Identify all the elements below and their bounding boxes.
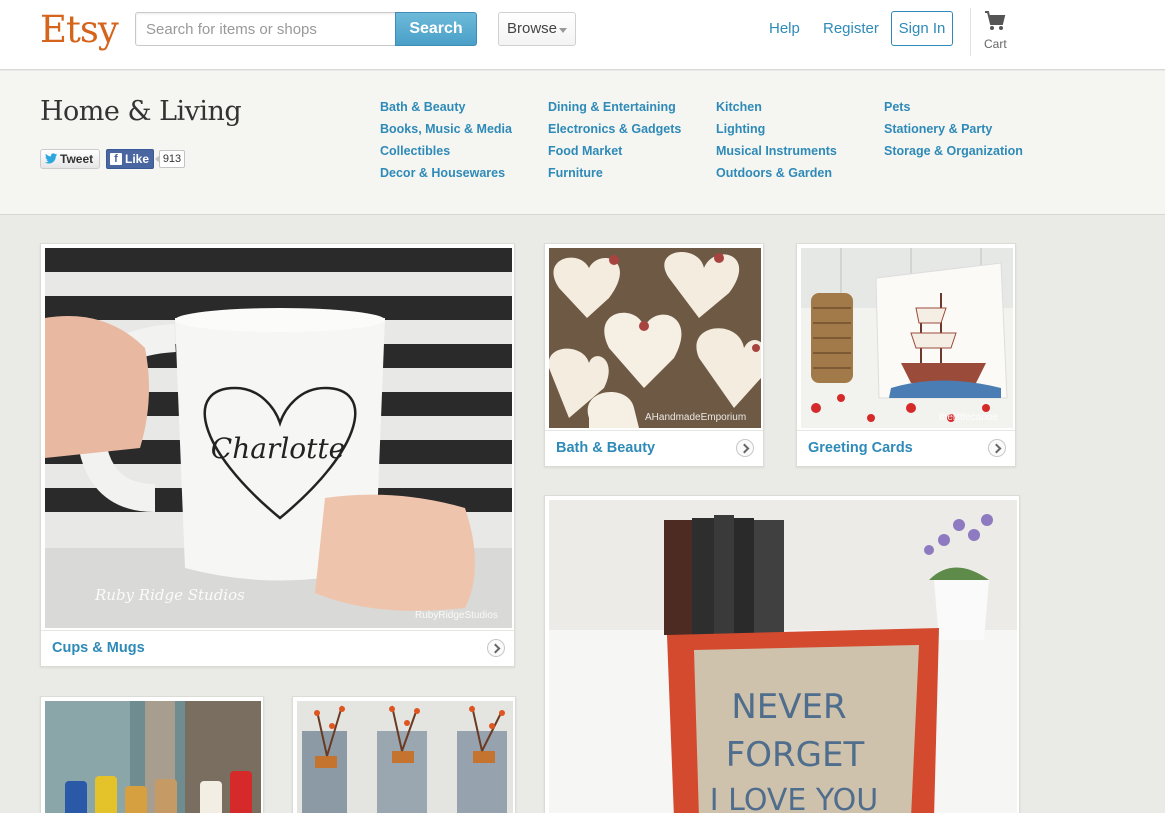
watermark-logo: Ruby Ridge Studios	[94, 586, 245, 604]
subcategory-link[interactable]: Lighting	[716, 122, 765, 136]
subcategory-link[interactable]: Dining & Entertaining	[548, 100, 676, 114]
subcategory-link[interactable]: Bath & Beauty	[380, 100, 465, 114]
category-card-bath-beauty[interactable]: AHandmadeEmporium Bath & Beauty	[544, 243, 764, 467]
search-button[interactable]: Search	[395, 12, 477, 46]
category-card-cups-mugs[interactable]: Charlotte Ruby Ridge Studios RubyRidgeSt…	[40, 243, 515, 667]
browse-dropdown[interactable]: Browse	[498, 12, 576, 46]
card-image-pillow[interactable]: NEVER FORGET I LOVE YOU	[549, 500, 1017, 813]
pillow-text-line-3: I LOVE YOU	[710, 783, 878, 813]
subcategory-link[interactable]: Decor & Housewares	[380, 166, 505, 180]
card-label[interactable]: Bath & Beauty	[556, 440, 655, 456]
card-image-mug[interactable]: Charlotte Ruby Ridge Studios RubyRidgeSt…	[45, 248, 512, 628]
caret-down-icon	[559, 28, 567, 33]
subcategory-link[interactable]: Kitchen	[716, 100, 762, 114]
chevron-right-icon[interactable]	[736, 439, 754, 457]
site-header: Etsy Search Browse Help Register Sign In…	[0, 0, 1165, 70]
register-link[interactable]: Register	[823, 20, 879, 37]
watermark: AHandmadeEmporium	[645, 412, 746, 423]
browse-label: Browse	[507, 20, 558, 37]
category-card-partial-1[interactable]	[40, 696, 264, 813]
card-caption[interactable]: Bath & Beauty	[545, 430, 763, 466]
subcategory-link[interactable]: Furniture	[548, 166, 603, 180]
category-card-pillow[interactable]: NEVER FORGET I LOVE YOU	[544, 495, 1020, 813]
search-input[interactable]	[135, 12, 397, 46]
card-image-soaps[interactable]: AHandmadeEmporium	[549, 248, 761, 428]
watermark: thelittlecanoe	[939, 412, 998, 423]
subcategory-link[interactable]: Food Market	[548, 144, 622, 158]
tweet-button[interactable]: Tweet	[40, 149, 100, 169]
help-link[interactable]: Help	[769, 20, 800, 37]
card-caption[interactable]: Greeting Cards	[797, 430, 1015, 466]
card-image-partial-2[interactable]	[297, 701, 513, 813]
card-caption[interactable]: Cups & Mugs	[41, 630, 514, 666]
facebook-icon: f	[110, 153, 122, 165]
sign-in-button[interactable]: Sign In	[891, 11, 953, 46]
card-image-greeting-card[interactable]: thelittlecanoe	[801, 248, 1013, 428]
category-card-greeting-cards[interactable]: thelittlecanoe Greeting Cards	[796, 243, 1016, 467]
subcategory-link[interactable]: Storage & Organization	[884, 144, 1023, 158]
pillow-text-line-2: FORGET	[726, 735, 865, 775]
category-card-partial-2[interactable]	[292, 696, 516, 813]
chevron-right-icon[interactable]	[988, 439, 1006, 457]
cart-label[interactable]: Cart	[984, 37, 1007, 51]
card-image-partial-1[interactable]	[45, 701, 261, 813]
subcategory-link[interactable]: Books, Music & Media	[380, 122, 512, 136]
mug-text: Charlotte	[211, 432, 345, 465]
pillow-text-line-1: NEVER	[731, 687, 846, 727]
subcategory-link[interactable]: Pets	[884, 100, 910, 114]
subcategory-link[interactable]: Collectibles	[380, 144, 450, 158]
like-label: Like	[125, 152, 150, 166]
like-count: 913	[155, 150, 185, 168]
card-label[interactable]: Cups & Mugs	[52, 640, 145, 656]
subcategory-link[interactable]: Electronics & Gadgets	[548, 122, 681, 136]
category-header	[0, 71, 1165, 215]
page-title: Home & Living	[40, 96, 242, 127]
subcategory-link[interactable]: Stationery & Party	[884, 122, 992, 136]
card-label[interactable]: Greeting Cards	[808, 440, 913, 456]
etsy-logo[interactable]: Etsy	[40, 8, 119, 51]
cart-icon[interactable]	[984, 10, 1006, 32]
tweet-label: Tweet	[60, 152, 94, 166]
watermark: RubyRidgeStudios	[415, 610, 498, 621]
header-divider	[970, 8, 971, 56]
subcategory-link[interactable]: Musical Instruments	[716, 144, 837, 158]
facebook-like-button[interactable]: f Like	[106, 149, 154, 169]
chevron-right-icon[interactable]	[487, 639, 505, 657]
subcategory-link[interactable]: Outdoors & Garden	[716, 166, 832, 180]
twitter-bird-icon	[45, 153, 57, 164]
